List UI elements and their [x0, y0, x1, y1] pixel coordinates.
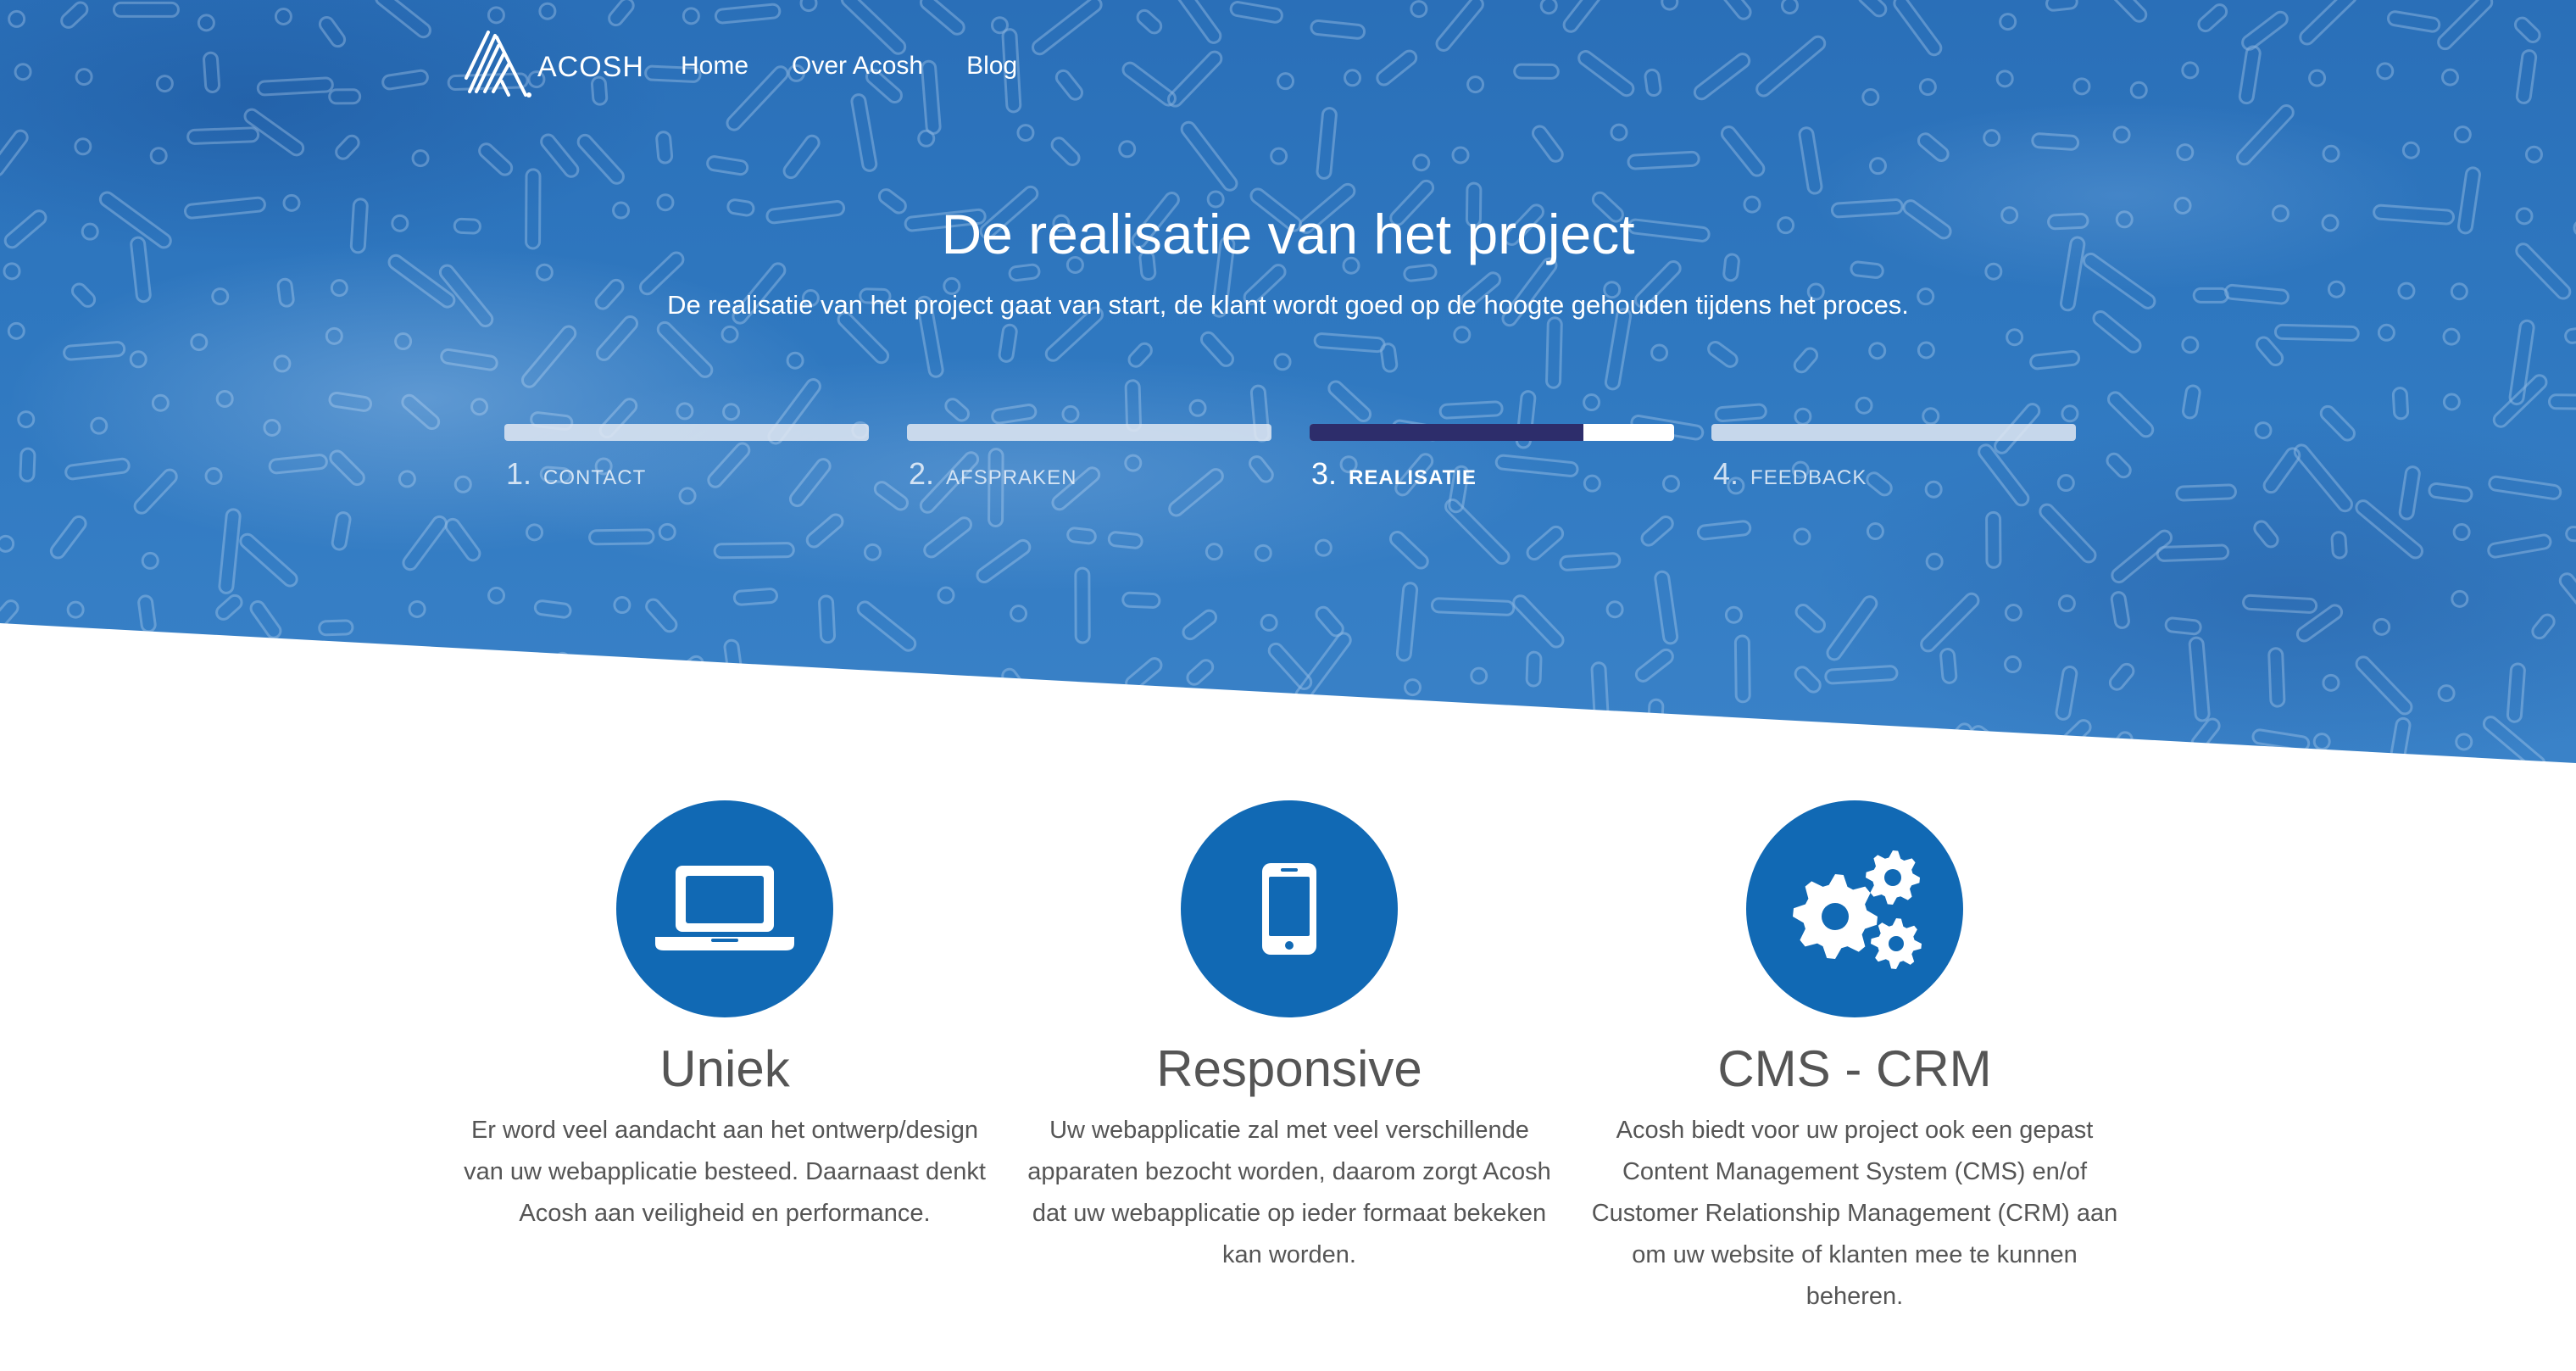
- step-progress-bar: [1711, 424, 2076, 441]
- step-number: 3.: [1311, 456, 1338, 491]
- feature-icon-circle: [1746, 800, 1963, 1017]
- step-progress-bar: [504, 424, 869, 441]
- hero-section: ACOSH Home Over Acosh Blog De realisatie…: [0, 0, 2576, 763]
- step-name: CONTACT: [543, 466, 647, 489]
- main-nav: Home Over Acosh Blog: [681, 49, 1060, 83]
- acosh-logo-icon: [465, 31, 531, 98]
- nav-link-over-acosh[interactable]: Over Acosh: [792, 49, 923, 83]
- feature-icon-circle: [616, 800, 833, 1017]
- step-number: 4.: [1713, 456, 1739, 491]
- step-number: 1.: [506, 456, 532, 491]
- step-name: FEEDBACK: [1750, 466, 1867, 489]
- nav-link-home[interactable]: Home: [681, 49, 748, 83]
- step-name: REALISATIE: [1349, 466, 1477, 489]
- hero-background-pattern: [0, 0, 2576, 763]
- brand-logo[interactable]: ACOSH: [463, 31, 644, 100]
- feature-title: Uniek: [659, 1040, 790, 1097]
- step-label: 4. FEEDBACK: [1711, 456, 2076, 492]
- step-number: 2.: [909, 456, 935, 491]
- feature-icon-circle: [1181, 800, 1398, 1017]
- step-afspraken[interactable]: 2. AFSPRAKEN: [907, 424, 1271, 492]
- feature-responsive: Responsive Uw webapplicatie zal met veel…: [1018, 800, 1561, 1276]
- page-title: De realisatie van het project: [941, 203, 1635, 265]
- brand-name: ACOSH: [537, 50, 644, 83]
- feature-uniek: Uniek Er word veel aandacht aan het ontw…: [453, 800, 996, 1234]
- feature-description: Er word veel aandacht aan het ontwerp/de…: [464, 1117, 986, 1227]
- laptop-icon: [655, 866, 794, 950]
- smartphone-icon: [1262, 863, 1316, 955]
- step-label: 3. REALISATIE: [1310, 456, 1674, 492]
- feature-cms-crm: CMS - CRM Acosh biedt voor uw project oo…: [1583, 800, 2126, 1318]
- step-contact[interactable]: 1. CONTACT: [504, 424, 869, 492]
- feature-description: Uw webapplicatie zal met veel verschille…: [1027, 1117, 1551, 1268]
- feature-description: Acosh biedt voor uw project ook een gepa…: [1591, 1117, 2118, 1310]
- gears-icon: [1793, 850, 1922, 969]
- nav-link-blog[interactable]: Blog: [966, 49, 1017, 83]
- step-feedback[interactable]: 4. FEEDBACK: [1711, 424, 2076, 492]
- step-name: AFSPRAKEN: [946, 466, 1077, 489]
- step-realisatie[interactable]: 3. REALISATIE: [1310, 424, 1674, 492]
- feature-title: CMS - CRM: [1717, 1040, 1992, 1097]
- step-progress-bar: [1310, 424, 1674, 441]
- feature-title: Responsive: [1156, 1040, 1422, 1097]
- step-label: 1. CONTACT: [504, 456, 869, 492]
- page-subtitle: De realisatie van het project gaat van s…: [667, 290, 1909, 320]
- step-label: 2. AFSPRAKEN: [907, 456, 1271, 492]
- step-progress-bar: [907, 424, 1271, 441]
